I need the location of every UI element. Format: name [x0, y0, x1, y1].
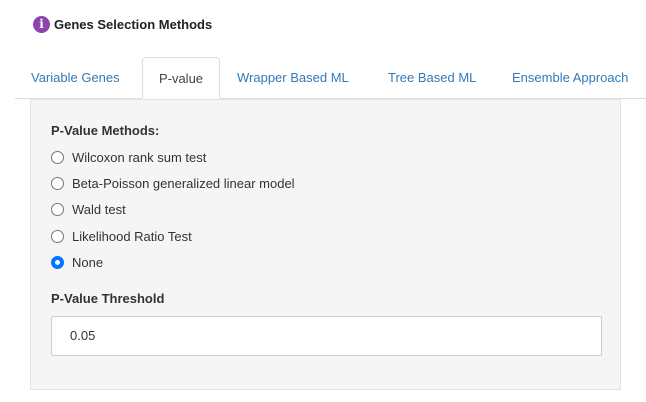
radio-button[interactable] [51, 176, 64, 190]
radio-option-label: None [72, 254, 104, 270]
radio-option-label: Wilcoxon rank sum test [72, 149, 207, 165]
radio-option-beta-poisson[interactable]: Beta-Poisson generalized linear model [51, 174, 295, 192]
radio-button[interactable] [51, 202, 64, 216]
radio-option-wald-test[interactable]: Wald test [51, 200, 126, 218]
radio-option-label: Beta-Poisson generalized linear model [72, 175, 295, 191]
tab-p-value[interactable]: P-value [142, 57, 220, 99]
p-value-methods-label: P-Value Methods: [51, 123, 160, 138]
radio-option-label: Likelihood Ratio Test [72, 228, 192, 244]
section-header: i Genes Selection Methods [33, 14, 212, 34]
p-value-threshold-label: P-Value Threshold [51, 291, 165, 306]
radio-option-label: Wald test [72, 201, 126, 217]
section-title: Genes Selection Methods [54, 16, 213, 32]
info-icon: i [33, 15, 50, 33]
tab-variable-genes[interactable]: Variable Genes [31, 57, 120, 98]
radio-option-none[interactable]: None [51, 253, 103, 271]
tab-wrapper-based-ml[interactable]: Wrapper Based ML [237, 57, 349, 98]
radio-button-selected[interactable] [51, 255, 64, 269]
radio-option-likelihood-ratio[interactable]: Likelihood Ratio Test [51, 227, 192, 245]
radio-button[interactable] [51, 150, 64, 164]
p-value-panel: P-Value Methods: Wilcoxon rank sum test … [30, 99, 621, 390]
tab-ensemble-approach[interactable]: Ensemble Approach [512, 57, 628, 98]
tab-tree-based-ml[interactable]: Tree Based ML [388, 57, 476, 98]
radio-option-wilcoxon[interactable]: Wilcoxon rank sum test [51, 148, 206, 166]
radio-button[interactable] [51, 229, 64, 243]
method-tabs: Variable Genes P-value Wrapper Based ML … [15, 57, 646, 99]
p-value-threshold-input[interactable]: 0.05 [51, 316, 602, 356]
